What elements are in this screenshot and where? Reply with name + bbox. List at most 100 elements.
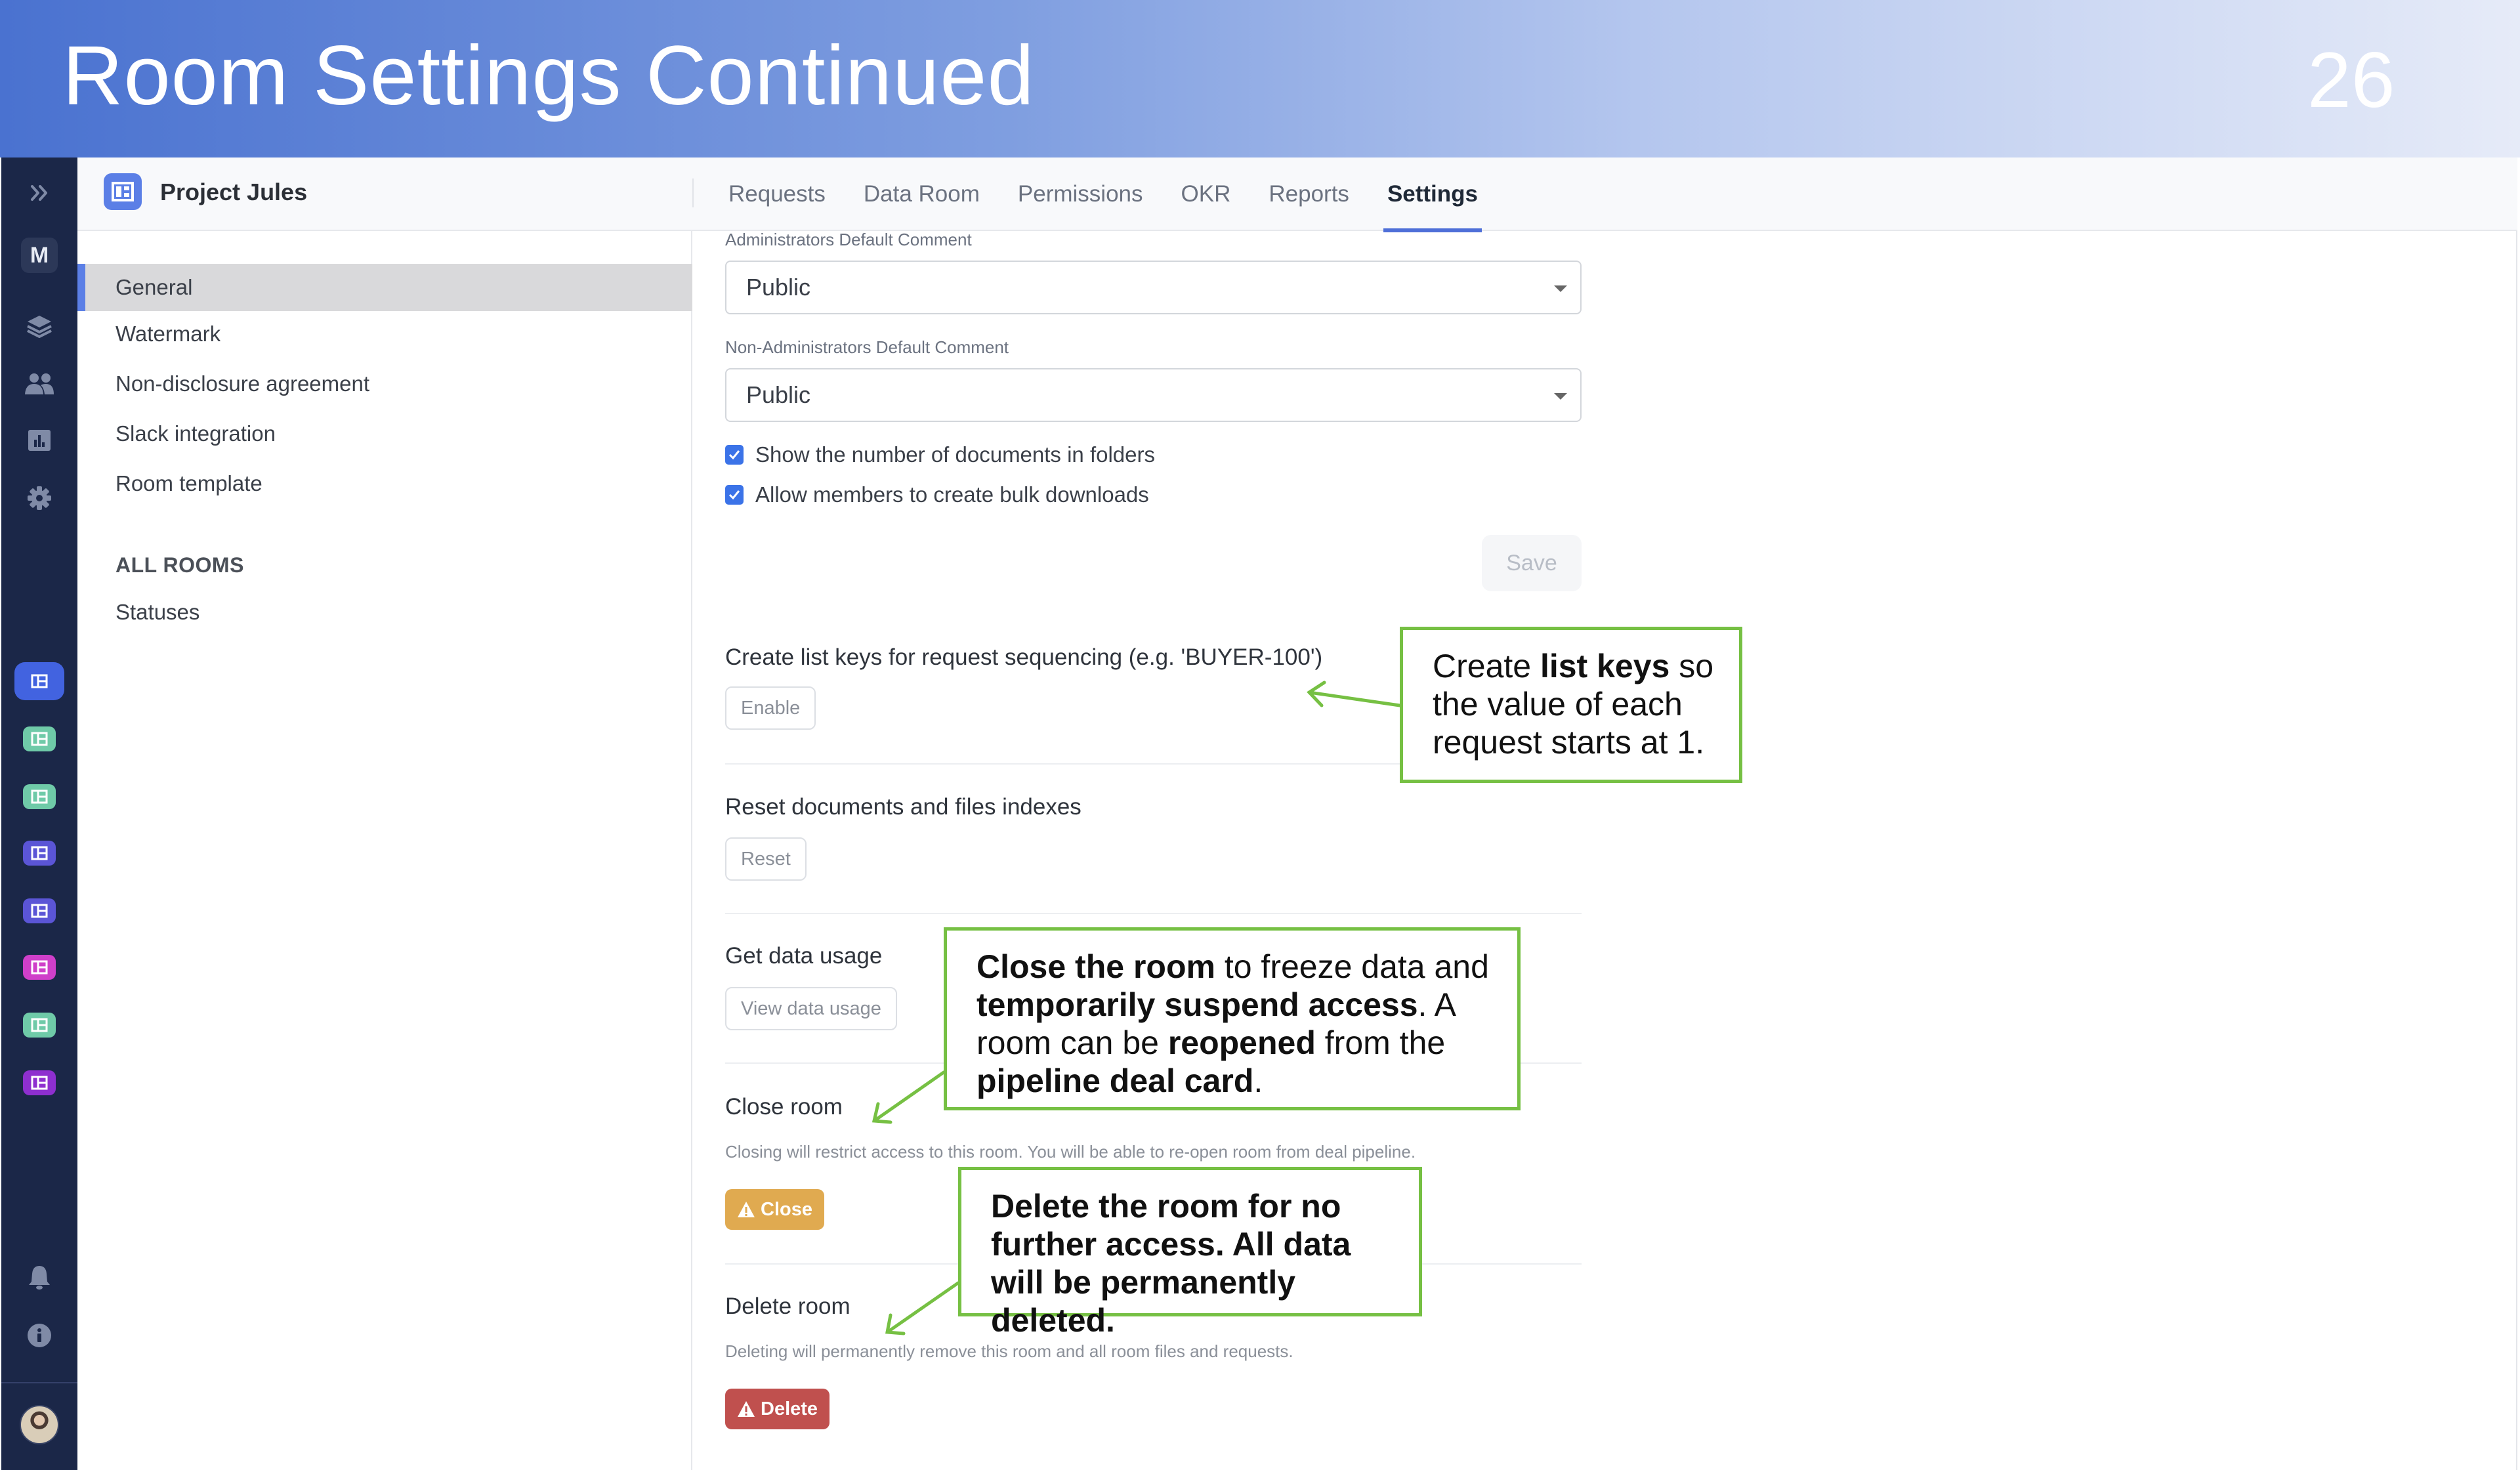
callout-text-run: Delete the room for no further access. A… [991,1188,1351,1339]
callout-text-run: temporarily suspend access [976,986,1418,1023]
room-layout-icon [31,789,48,804]
project-title: Project Jules [160,178,308,205]
slide-title: Room Settings Continued [62,29,1035,123]
nav-reports[interactable] [1,427,77,453]
admin-comment-select[interactable]: Public [725,261,1582,314]
room-tile-icon [23,1070,56,1095]
bulk-downloads-checkbox[interactable] [725,485,744,505]
callout-text-run: Create [1433,648,1540,684]
settings-nav-slack[interactable]: Slack integration [77,410,692,457]
reset-indexes-title: Reset documents and files indexes [725,794,1082,820]
nav-settings[interactable] [1,485,77,511]
caret-down-icon [1554,393,1567,400]
room-layout-icon [31,960,48,975]
room-tile-icon [23,784,56,809]
nav-data-rooms[interactable] [1,313,77,339]
admin-comment-label: Administrators Default Comment [725,230,972,249]
gear-icon [28,486,51,510]
settings-nav-general[interactable]: General [77,264,692,311]
room-tile[interactable] [1,955,77,980]
callout-text-run: pipeline deal card [976,1062,1254,1099]
room-tile[interactable] [1,1070,77,1095]
callout-text-run: . [1253,1062,1263,1099]
show-doc-count-checkbox[interactable] [725,445,744,465]
users-icon [25,373,54,394]
settings-nav-label: Watermark [116,322,221,346]
double-chevron-right-icon [31,185,47,201]
checkmark-icon [728,450,740,460]
bell-icon [29,1266,50,1290]
settings-nav-label: Room template [116,471,262,495]
room-layout-icon [31,674,48,688]
settings-nav-label: Slack integration [116,421,276,446]
callout-list-keys: Create list keys so the value of each re… [1400,627,1742,783]
callout-delete-room: Delete the room for no further access. A… [958,1167,1422,1339]
user-avatar-button[interactable] [1,1404,77,1445]
room-tile[interactable] [1,841,77,866]
slide-page-number: 26 [2307,36,2395,124]
callout-text-run: from the [1315,1024,1446,1061]
room-layout-icon [31,1076,48,1090]
room-tile[interactable] [1,726,77,751]
close-room-button[interactable]: Close [725,1189,824,1230]
callout-close-room: Close the room to freeze data and tempor… [944,927,1521,1110]
nonadmin-comment-value: Public [746,381,811,408]
icon-rail: M [1,158,77,1470]
close-room-description: Closing will restrict access to this roo… [725,1142,1416,1162]
help-button[interactable] [1,1322,77,1349]
room-layout-icon [112,182,134,201]
layers-icon [27,316,52,338]
callout-text-run: Close the room [976,948,1215,985]
room-tile-icon [23,1013,56,1038]
bulk-downloads-option: Allow members to create bulk downloads [725,482,1149,507]
callout-text-run: reopened [1167,1024,1316,1061]
project-logo [104,173,142,210]
settings-nav-label: Non-disclosure agreement [116,371,370,396]
workspace-switcher[interactable]: M [1,238,77,273]
settings-nav-room-template[interactable]: Room template [77,460,692,507]
reset-indexes-button[interactable]: Reset [725,837,807,881]
room-tile-icon [23,955,56,980]
close-room-title: Close room [725,1094,843,1120]
data-usage-title: Get data usage [725,943,883,969]
expand-sidebar-button[interactable] [1,180,77,206]
close-room-button-label: Close [761,1198,812,1220]
settings-nav-nda[interactable]: Non-disclosure agreement [77,360,692,408]
settings-nav-label: General [116,275,193,299]
room-layout-icon [31,904,48,918]
info-icon [28,1324,51,1347]
settings-nav-label: Statuses [116,600,200,624]
all-rooms-heading: ALL ROOMS [116,553,244,577]
room-tile[interactable] [1,662,77,700]
settings-nav: General Watermark Non-disclosure agreeme… [77,231,692,1470]
delete-room-button[interactable]: Delete [725,1389,830,1429]
topbar-separator [692,178,694,207]
workspace-initial: M [21,238,58,273]
room-tile[interactable] [1,784,77,809]
room-layout-icon [31,1018,48,1032]
settings-nav-statuses[interactable]: Statuses [77,589,692,636]
callout-text-run: to freeze data and [1215,948,1489,985]
save-button[interactable]: Save [1482,535,1582,591]
delete-room-title: Delete room [725,1293,850,1319]
room-tile[interactable] [1,1013,77,1038]
chart-icon [28,430,51,451]
nav-users[interactable] [1,371,77,397]
checkmark-icon [728,490,740,500]
warning-icon [738,1401,755,1417]
callout-text-run: list keys [1540,648,1670,684]
room-tile-icon [23,726,56,751]
avatar [20,1405,59,1444]
room-layout-icon [31,846,48,860]
notifications-button[interactable] [1,1265,77,1291]
view-data-usage-button[interactable]: View data usage [725,987,897,1030]
room-tile-icon [23,898,56,923]
settings-nav-watermark[interactable]: Watermark [77,310,692,358]
enable-list-keys-button[interactable]: Enable [725,686,816,730]
room-tile[interactable] [1,898,77,923]
room-tile-icon [23,841,56,866]
slide-header: Room Settings Continued 26 [0,0,2520,158]
warning-icon [738,1202,755,1217]
nonadmin-comment-select[interactable]: Public [725,368,1582,422]
checkbox-label: Show the number of documents in folders [755,442,1156,467]
